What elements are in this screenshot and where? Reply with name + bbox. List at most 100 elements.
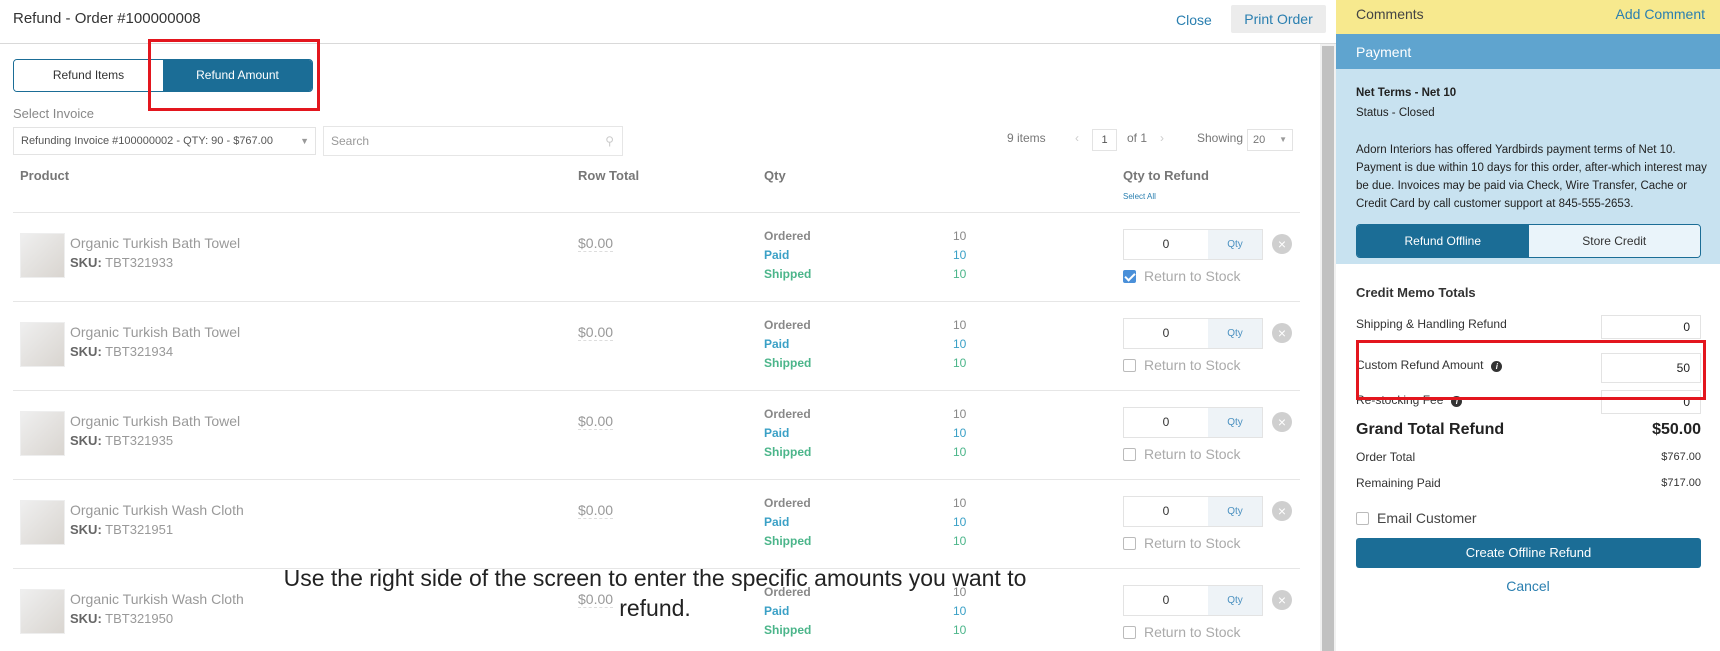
return-to-stock[interactable]: Return to Stock — [1123, 446, 1241, 462]
payment-description: Adorn Interiors has offered Yardbirds pa… — [1356, 144, 1707, 210]
ordered-label: Ordered — [764, 407, 811, 421]
qty-to-refund-input[interactable]: 0 Qty — [1123, 407, 1263, 438]
highlight-refund-amount-tab — [148, 39, 320, 111]
email-customer-label: Email Customer — [1377, 510, 1477, 526]
product-sku: SKU: TBT321935 — [70, 433, 173, 448]
shipping-refund-input[interactable]: 0 — [1601, 315, 1701, 339]
payment-status: Status - Closed — [1356, 107, 1435, 119]
shipped-value: 10 — [953, 267, 967, 281]
remove-icon[interactable]: × — [1272, 501, 1292, 521]
paid-label: Paid — [764, 426, 790, 440]
qty-to-refund-input[interactable]: 0 Qty — [1123, 229, 1263, 260]
product-sku: SKU: TBT321951 — [70, 522, 173, 537]
remove-icon[interactable]: × — [1272, 412, 1292, 432]
shipped-label: Shipped — [764, 356, 812, 370]
ordered-value: 10 — [953, 407, 967, 421]
qty-to-refund-value[interactable]: 0 — [1124, 408, 1208, 437]
select-invoice-label: Select Invoice — [13, 106, 94, 121]
remove-icon[interactable]: × — [1272, 234, 1292, 254]
qty-to-refund-value[interactable]: 0 — [1124, 586, 1208, 615]
qty-suffix: Qty — [1208, 230, 1262, 259]
ordered-label: Ordered — [764, 496, 811, 510]
table-row: Organic Turkish Bath Towel SKU: TBT32193… — [13, 391, 1300, 480]
remaining-paid-value: $717.00 — [1661, 477, 1701, 489]
product-thumbnail — [20, 589, 65, 634]
chevron-down-icon: ▼ — [300, 136, 309, 146]
shipping-refund-label: Shipping & Handling Refund — [1356, 317, 1507, 331]
remove-icon[interactable]: × — [1272, 590, 1292, 610]
refund-main-panel: Refund - Order #100000008 Close Print Or… — [0, 0, 1336, 651]
column-qty-to-refund: Qty to Refund — [1123, 168, 1209, 183]
qty-to-refund-value[interactable]: 0 — [1124, 497, 1208, 526]
next-page-icon[interactable]: › — [1160, 131, 1164, 145]
shipped-value: 10 — [953, 445, 967, 459]
prev-page-icon[interactable]: ‹ — [1075, 131, 1079, 145]
qty-suffix: Qty — [1208, 319, 1262, 348]
instruction-caption: Use the right side of the screen to ente… — [283, 565, 1027, 621]
invoice-select[interactable]: Refunding Invoice #100000002 - QTY: 90 -… — [13, 127, 316, 155]
return-to-stock-checkbox[interactable] — [1123, 358, 1136, 372]
shipped-value: 10 — [953, 623, 967, 637]
product-thumbnail — [20, 322, 65, 367]
close-link[interactable]: Close — [1176, 12, 1212, 28]
row-total: $0.00 — [578, 235, 614, 252]
invoice-select-value: Refunding Invoice #100000002 - QTY: 90 -… — [21, 135, 273, 147]
return-to-stock-checkbox[interactable] — [1123, 447, 1136, 461]
sku-value: TBT321951 — [105, 522, 174, 537]
remaining-paid-label: Remaining Paid — [1356, 476, 1441, 490]
return-to-stock-checkbox[interactable] — [1123, 536, 1136, 550]
qty-to-refund-value[interactable]: 0 — [1124, 319, 1208, 348]
product-thumbnail — [20, 411, 65, 456]
return-to-stock[interactable]: Return to Stock — [1123, 535, 1241, 551]
email-customer-row[interactable]: Email Customer — [1356, 510, 1477, 526]
print-order-button[interactable]: Print Order — [1231, 5, 1326, 33]
credit-memo-title: Credit Memo Totals — [1356, 285, 1476, 300]
return-to-stock[interactable]: Return to Stock — [1123, 268, 1241, 284]
comments-bar: Comments Add Comment — [1336, 0, 1720, 34]
qty-to-refund-value[interactable]: 0 — [1124, 230, 1208, 259]
column-qty: Qty — [764, 168, 786, 183]
search-placeholder: Search — [331, 134, 370, 148]
shipped-value: 10 — [953, 534, 967, 548]
return-to-stock-checkbox[interactable] — [1123, 269, 1136, 283]
sku-value: TBT321934 — [105, 344, 174, 359]
remove-icon[interactable]: × — [1272, 323, 1292, 343]
page-size-select[interactable]: 20 ▼ — [1247, 129, 1293, 151]
table-row: Organic Turkish Bath Towel SKU: TBT32193… — [13, 302, 1300, 391]
product-thumbnail — [20, 233, 65, 278]
create-offline-refund-button[interactable]: Create Offline Refund — [1356, 538, 1701, 568]
product-sku: SKU: TBT321950 — [70, 611, 173, 626]
qty-to-refund-input[interactable]: 0 Qty — [1123, 496, 1263, 527]
paid-value: 10 — [953, 248, 967, 262]
return-to-stock[interactable]: Return to Stock — [1123, 624, 1241, 640]
ordered-label: Ordered — [764, 229, 811, 243]
qty-to-refund-input[interactable]: 0 Qty — [1123, 318, 1263, 349]
sku-value: TBT321935 — [105, 433, 174, 448]
store-credit-tab[interactable]: Store Credit — [1528, 225, 1700, 257]
column-row-total: Row Total — [578, 168, 640, 183]
shipped-label: Shipped — [764, 267, 812, 281]
cancel-link[interactable]: Cancel — [1336, 578, 1720, 594]
return-to-stock-label: Return to Stock — [1144, 624, 1241, 640]
top-bar: Refund - Order #100000008 Close Print Or… — [0, 0, 1336, 44]
page-number-input[interactable]: 1 — [1092, 129, 1117, 151]
return-to-stock[interactable]: Return to Stock — [1123, 357, 1241, 373]
refund-offline-tab[interactable]: Refund Offline — [1357, 225, 1529, 257]
ordered-value: 10 — [953, 229, 967, 243]
page-size-value: 20 — [1253, 134, 1266, 146]
product-name: Organic Turkish Bath Towel — [70, 324, 241, 340]
scrollbar-thumb[interactable] — [1322, 46, 1334, 651]
qty-to-refund-input[interactable]: 0 Qty — [1123, 585, 1263, 616]
sku-value: TBT321950 — [105, 611, 174, 626]
select-all-link[interactable]: Select All — [1123, 192, 1156, 201]
product-name: Organic Turkish Bath Towel — [70, 235, 241, 251]
sku-label: SKU: — [70, 611, 102, 626]
search-input[interactable]: Search ⚲ — [323, 126, 623, 156]
product-sku: SKU: TBT321933 — [70, 255, 173, 270]
return-to-stock-checkbox[interactable] — [1123, 625, 1136, 639]
payment-header[interactable]: Payment — [1336, 34, 1720, 69]
add-comment-link[interactable]: Add Comment — [1616, 6, 1705, 22]
email-customer-checkbox[interactable] — [1356, 511, 1369, 525]
tab-refund-items[interactable]: Refund Items — [14, 60, 163, 91]
paid-label: Paid — [764, 248, 790, 262]
